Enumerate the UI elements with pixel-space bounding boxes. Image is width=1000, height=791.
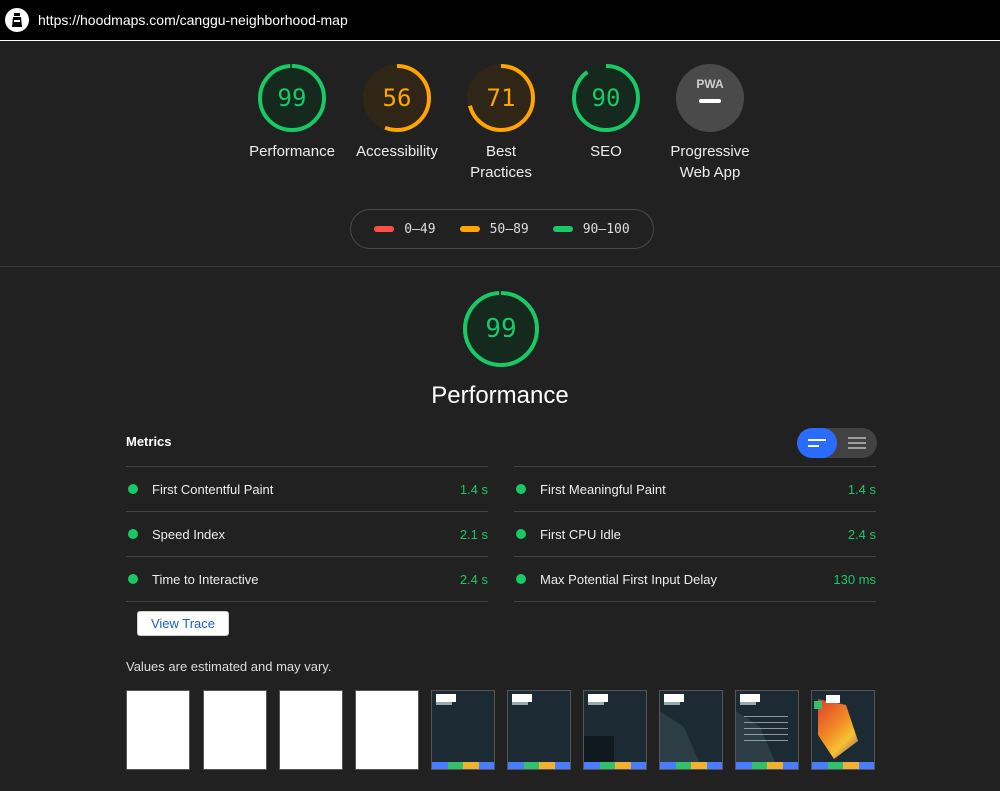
metrics-heading: Metrics (126, 434, 172, 449)
gauge-label: Performance (249, 143, 335, 160)
metric-value: 2.1 s (459, 526, 488, 542)
gauge-ring: PWA (676, 64, 744, 132)
category-gauge[interactable]: 99 Performance (242, 62, 342, 162)
gauge-score: 90 (591, 84, 621, 112)
pass-status-icon (516, 484, 526, 494)
metric-row: First Contentful Paint 1.4 s (126, 466, 488, 511)
filmstrip-frame (355, 690, 419, 770)
metric-row: Speed Index 2.1 s (126, 511, 488, 556)
filmstrip-frame (583, 690, 647, 770)
legend-swatch (374, 226, 395, 232)
pass-status-icon (128, 574, 138, 584)
performance-score: 99 (485, 314, 517, 344)
filmstrip-frame (203, 690, 267, 770)
section-divider (0, 266, 1000, 267)
pass-status-icon (128, 484, 138, 494)
estimate-note: Values are estimated and may vary. (126, 659, 332, 674)
legend-range: 90–100 (582, 221, 630, 237)
metric-value: 2.4 s (459, 571, 488, 587)
metrics-right-column: First Meaningful Paint 1.4 s First CPU Idl… (514, 466, 876, 602)
view-trace-button[interactable]: View Trace (137, 611, 229, 636)
expanded-view-icon[interactable] (837, 428, 877, 458)
metric-name: First Contentful Paint (152, 481, 274, 497)
lighthouse-logo-icon (5, 8, 29, 32)
category-gauge[interactable]: PWA Progressive Web App (660, 62, 760, 183)
gauge-score: 71 (486, 84, 516, 112)
legend-range: 50–89 (489, 221, 529, 237)
category-gauge[interactable]: 71 Best Practices (451, 62, 551, 183)
category-gauge[interactable]: 90 SEO (556, 62, 656, 162)
metric-value: 130 ms (833, 571, 876, 587)
gauge-label: Progressive Web App (670, 143, 750, 181)
metric-value: 2.4 s (847, 526, 876, 542)
gauge-label: Accessibility (356, 143, 438, 160)
filmstrip-frame (279, 690, 343, 770)
page-url: https://hoodmaps.com/canggu-neighborhood… (38, 12, 348, 28)
gauge-score: 99 (277, 84, 307, 112)
metric-name: First Meaningful Paint (540, 481, 666, 497)
metric-name: Speed Index (152, 526, 226, 542)
compact-view-icon[interactable] (797, 428, 837, 458)
metric-row: First CPU Idle 2.4 s (514, 511, 876, 556)
metrics-view-toggle[interactable] (797, 428, 877, 458)
pass-status-icon (516, 529, 526, 539)
pwa-badge-text: PWA (696, 77, 724, 91)
metric-name: Time to Interactive (152, 571, 259, 587)
metric-row: Max Potential First Input Delay 130 ms (514, 556, 876, 602)
legend-swatch (459, 226, 480, 232)
metric-row: Time to Interactive 2.4 s (126, 556, 488, 602)
legend-item: 90–100 (552, 221, 630, 237)
filmstrip-frame (735, 690, 799, 770)
address-bar: https://hoodmaps.com/canggu-neighborhood… (0, 0, 1000, 41)
pwa-dash-icon (699, 99, 721, 103)
metric-value: 1.4 s (847, 481, 876, 497)
filmstrip-frame (126, 690, 190, 770)
gauge-label: SEO (590, 143, 622, 160)
gauge-score: 56 (382, 84, 412, 112)
category-gauge[interactable]: 56 Accessibility (347, 62, 447, 162)
filmstrip-frame (659, 690, 723, 770)
performance-title: Performance (431, 382, 569, 409)
pass-status-icon (516, 574, 526, 584)
pass-status-icon (128, 529, 138, 539)
gauge-label: Best Practices (470, 143, 532, 181)
legend-item: 0–49 (374, 221, 436, 237)
metric-name: First CPU Idle (540, 526, 621, 542)
filmstrip-frame (431, 690, 495, 770)
filmstrip-frame (811, 690, 875, 770)
filmstrip-frame (507, 690, 571, 770)
metric-value: 1.4 s (459, 481, 488, 497)
metric-row: First Meaningful Paint 1.4 s (514, 466, 876, 511)
legend-item: 50–89 (459, 221, 529, 237)
legend-range: 0–49 (404, 221, 436, 237)
metric-name: Max Potential First Input Delay (540, 571, 718, 587)
metrics-left-column: First Contentful Paint 1.4 s Speed Index 2.… (126, 466, 488, 602)
legend-swatch (552, 226, 573, 232)
score-legend: 0–49 50–89 90–100 (350, 209, 654, 249)
